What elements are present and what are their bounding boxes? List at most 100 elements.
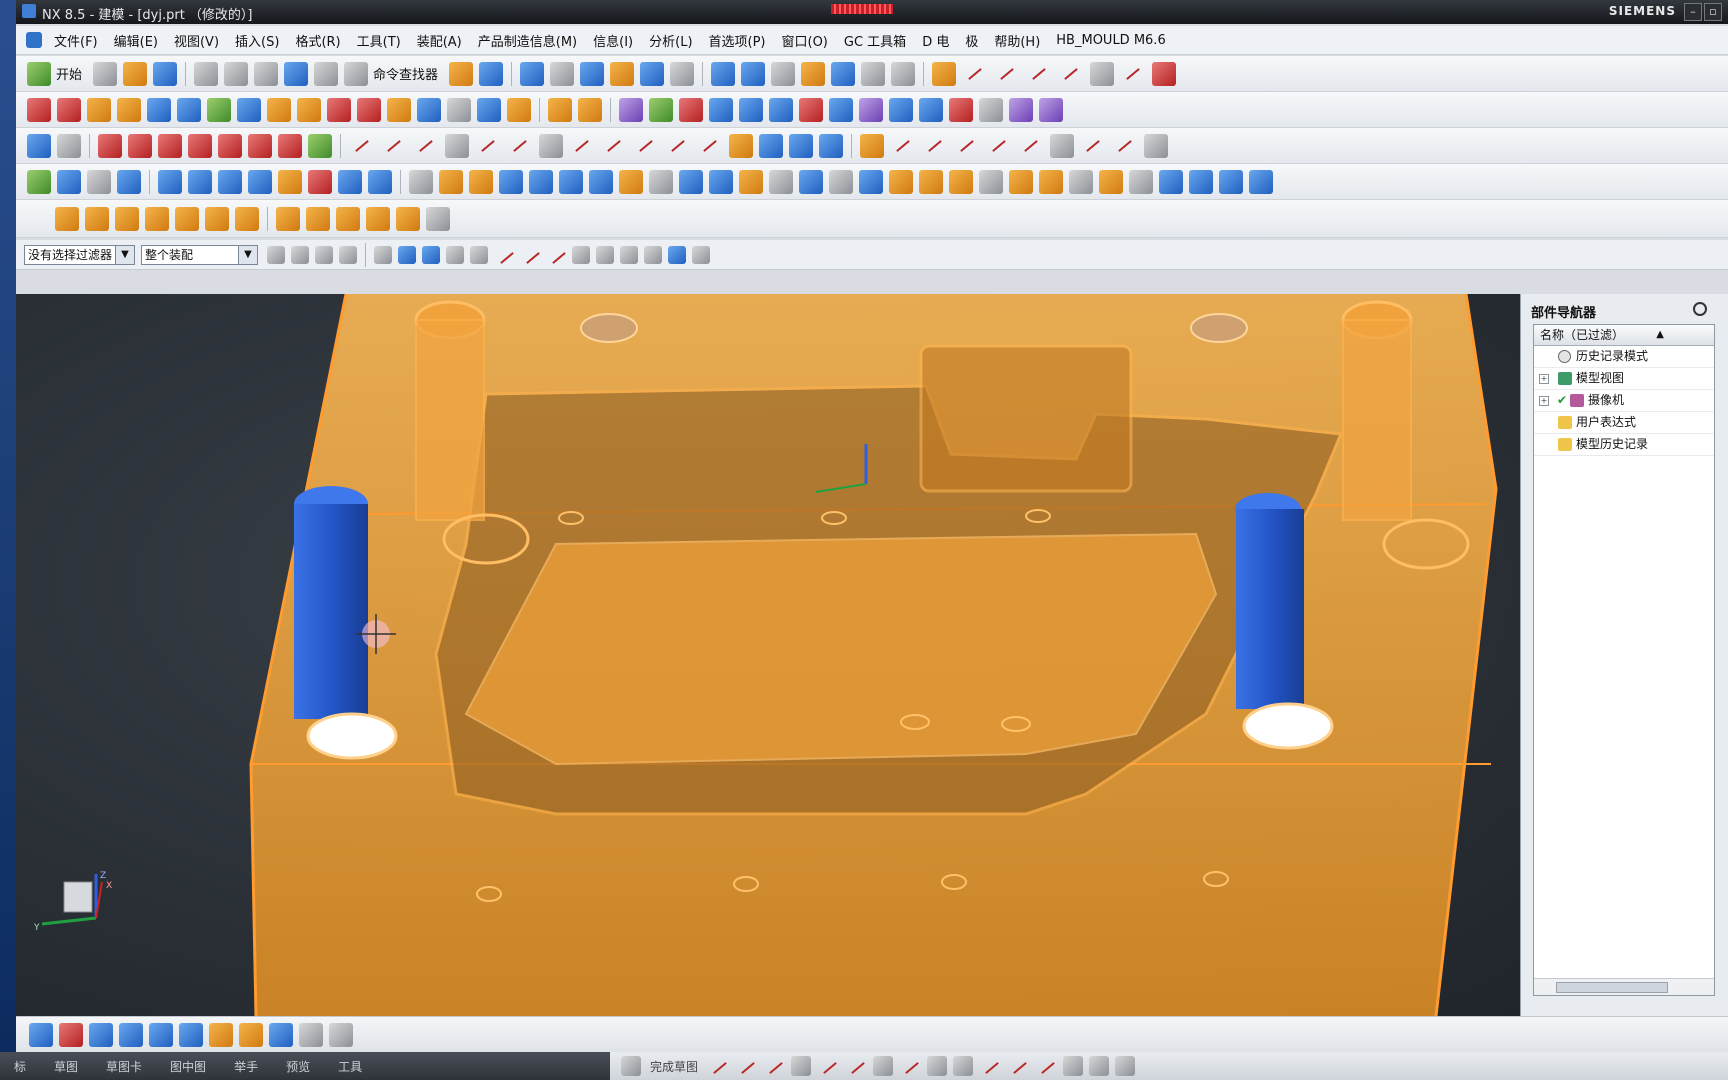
bridge-curve-icon[interactable] (697, 133, 723, 159)
menu-help[interactable]: 帮助(H) (986, 31, 1048, 50)
mold-model-view[interactable] (16, 294, 1520, 1016)
edit-section-icon[interactable] (59, 1022, 83, 1047)
menu-electrode[interactable]: D 电 (914, 31, 957, 50)
checkmark-icon[interactable]: ✔ (1557, 390, 1567, 411)
bridge-icon[interactable] (507, 97, 531, 122)
chamfer-icon[interactable] (589, 169, 613, 194)
snap-point-icon[interactable] (860, 133, 884, 158)
copy-face-icon[interactable] (338, 169, 362, 194)
strip-tab[interactable]: 草图 (40, 1058, 92, 1075)
line-icon[interactable] (735, 1055, 757, 1077)
mirror-feature-icon[interactable] (739, 169, 763, 194)
through-curves-icon[interactable] (57, 97, 81, 122)
mold-init-icon[interactable] (578, 97, 602, 122)
mold-core-icon[interactable] (1249, 169, 1273, 194)
component-array-icon[interactable] (859, 97, 883, 122)
delete-face-icon[interactable] (308, 169, 332, 194)
sketch-extend-icon[interactable] (986, 133, 1012, 159)
strip-tab[interactable]: 预览 (272, 1058, 324, 1075)
graphics-window[interactable] (16, 294, 1520, 1016)
sketch-chamfer-icon[interactable] (1080, 133, 1106, 159)
select-solid-icon[interactable] (422, 245, 441, 264)
return-pin-top-2[interactable] (1190, 313, 1248, 343)
spline-icon[interactable] (1120, 61, 1146, 87)
command-finder-icon[interactable] (344, 61, 369, 86)
selection-filter-dropdown[interactable]: 没有选择过滤器 ▼ (24, 244, 136, 265)
drawing-icon[interactable] (426, 206, 450, 231)
constraints-icon[interactable] (799, 97, 823, 122)
symbol-icon[interactable] (149, 1022, 173, 1047)
filter-icon[interactable] (291, 245, 310, 264)
sketch-corner-icon[interactable] (1112, 133, 1138, 159)
ruled-icon[interactable] (447, 97, 471, 122)
boolean-icon[interactable] (308, 133, 332, 158)
sketch-trim-icon[interactable] (954, 133, 980, 159)
polygon-icon[interactable] (475, 133, 501, 159)
layer-settings-icon[interactable] (771, 61, 796, 86)
unite-icon[interactable] (829, 169, 853, 194)
copy-icon[interactable] (224, 61, 249, 86)
wave-geometry-icon[interactable] (1099, 169, 1123, 194)
selection-icon[interactable] (479, 61, 504, 86)
n-sided-surface-icon[interactable] (147, 97, 171, 122)
sketch-fillet-icon[interactable] (1018, 133, 1044, 159)
intersection-curve-icon[interactable] (633, 133, 659, 159)
corner-icon[interactable] (1035, 1055, 1057, 1077)
menu-information[interactable]: 信息(I) (585, 31, 641, 50)
standard-part-icon[interactable] (85, 206, 109, 231)
snap-line-icon[interactable] (494, 245, 514, 265)
point-icon[interactable] (1009, 97, 1033, 122)
snap-tangent-icon[interactable] (520, 245, 540, 265)
pin-icon[interactable] (1693, 302, 1707, 316)
law-extension-icon[interactable] (417, 97, 441, 122)
scale-body-icon[interactable] (1039, 169, 1063, 194)
menu-view[interactable]: 视图(V) (166, 31, 227, 50)
finish-sketch-button[interactable]: 完成草图 (650, 1058, 698, 1075)
strip-tab[interactable]: 草图卡 (92, 1058, 156, 1075)
trim-icon[interactable] (979, 1055, 1001, 1077)
snap-arc-center-icon[interactable] (668, 245, 687, 264)
tooling-icon[interactable] (1189, 169, 1213, 194)
intersect-icon[interactable] (889, 169, 913, 194)
edge-blend-icon[interactable] (619, 169, 643, 194)
chevron-down-icon[interactable]: ▼ (115, 245, 135, 264)
menu-preferences[interactable]: 首选项(P) (701, 31, 774, 50)
layer-icon[interactable] (209, 1022, 233, 1047)
undo-icon[interactable] (284, 61, 309, 86)
project-curve-icon[interactable] (601, 133, 627, 159)
nx-menu-icon[interactable] (26, 32, 42, 48)
explode-icon[interactable] (829, 97, 853, 122)
combined-curve-icon[interactable] (729, 133, 753, 158)
expand-icon[interactable]: + (1539, 374, 1549, 384)
measure-distance-icon[interactable] (861, 61, 886, 86)
electrode-icon[interactable] (306, 206, 330, 231)
grid-icon[interactable] (1050, 133, 1074, 158)
sketch-line-icon[interactable] (890, 133, 916, 159)
swept-icon[interactable] (117, 97, 141, 122)
restore-button[interactable]: ▫ (1704, 3, 1722, 21)
new-file-icon[interactable] (93, 61, 118, 86)
background-icon[interactable] (670, 61, 695, 86)
fillet-curve-icon[interactable] (1026, 61, 1052, 87)
thicken-icon[interactable] (387, 97, 411, 122)
arc-icon[interactable] (763, 1055, 785, 1077)
guide-pillar-right[interactable] (1236, 509, 1304, 709)
color-swatch-icon[interactable] (649, 97, 673, 122)
strip-tab[interactable]: 图中图 (156, 1058, 220, 1075)
boss-icon[interactable] (188, 133, 212, 158)
snap-intersection-icon[interactable] (546, 245, 566, 265)
dimension-icon[interactable] (1089, 1056, 1110, 1076)
point-icon[interactable] (927, 1056, 948, 1076)
reference-set-icon[interactable] (769, 97, 793, 122)
offset-icon[interactable] (953, 1056, 974, 1076)
block-icon[interactable] (439, 169, 463, 194)
menu-hb-mould[interactable]: HB_MOULD M6.6 (1048, 33, 1173, 48)
pen-icon[interactable] (57, 133, 81, 158)
wave-linker-icon[interactable] (739, 97, 763, 122)
pmi-icon[interactable] (949, 97, 973, 122)
horizontal-scrollbar[interactable] (1534, 978, 1714, 995)
menu-gc-toolkit[interactable]: GC 工具箱 (836, 31, 914, 50)
snap-midpoint-icon[interactable] (470, 245, 489, 264)
paste-face-icon[interactable] (368, 169, 392, 194)
touch-mode-icon[interactable] (449, 61, 474, 86)
